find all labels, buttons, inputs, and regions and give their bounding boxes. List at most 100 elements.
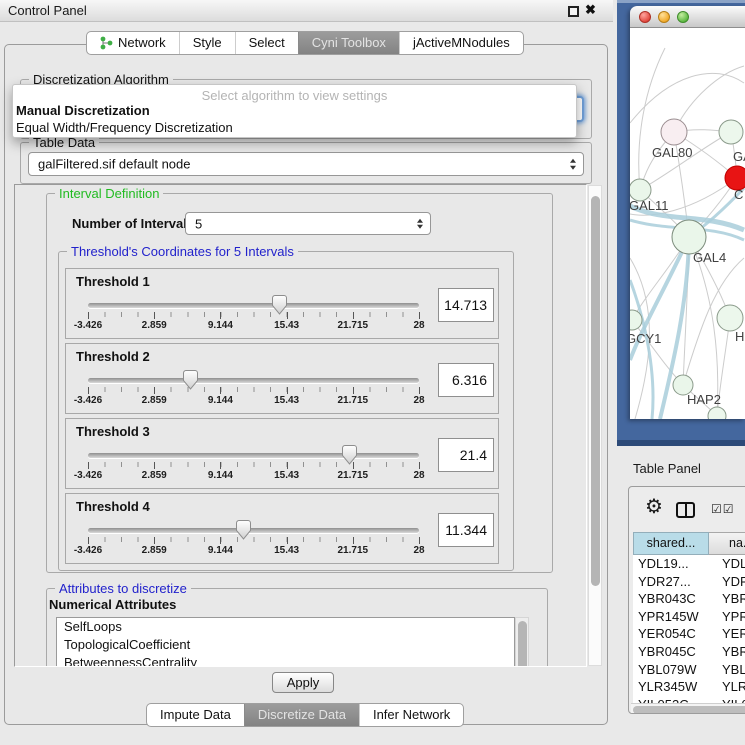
tab-jactivemnodules[interactable]: jActiveMNodules [399, 32, 523, 54]
tab-infer-network[interactable]: Infer Network [359, 704, 463, 726]
slider-thumb[interactable] [272, 295, 287, 315]
slider-major-tick [88, 537, 89, 544]
attributes-list-scrollbar-thumb[interactable] [518, 621, 527, 667]
number-of-intervals-combobox[interactable]: 5 [185, 212, 431, 235]
attributes-list-scrollbar[interactable] [515, 617, 529, 667]
slider-thumb[interactable] [183, 370, 198, 390]
threshold-panel-4: Threshold 4-3.4262.8599.14415.4321.71528… [65, 493, 499, 564]
threshold-value-field-1[interactable]: 14.713 [438, 288, 494, 322]
table-row[interactable]: YDL19...YDL19... [633, 555, 745, 573]
control-panel-title: Control Panel [8, 3, 87, 18]
select-columns-checkboxes-icon[interactable]: ☑☑ [711, 502, 735, 516]
node-right-top[interactable] [719, 120, 743, 144]
slider-tick-label: -3.426 [74, 320, 102, 331]
table-row[interactable]: YIL052CYIL052C [633, 696, 745, 703]
table-row[interactable]: YER054CYER054C [633, 625, 745, 643]
table-hscrollbar-thumb[interactable] [633, 706, 745, 714]
cell-name: YBR043C [722, 590, 745, 608]
minimize-traffic-light-icon[interactable] [658, 11, 670, 23]
node-bottom-partial[interactable] [708, 407, 726, 419]
slider-track[interactable] [88, 378, 419, 383]
cell-name: YPR145W [722, 608, 745, 626]
tab-label: Select [249, 32, 285, 54]
zoom-traffic-light-icon[interactable] [677, 11, 689, 23]
slider-tick-label: 2.859 [142, 470, 167, 481]
node-gal4[interactable] [672, 220, 706, 254]
slider-thumb[interactable] [342, 445, 357, 465]
slider-tick-label: -3.426 [74, 395, 102, 406]
popup-item-equal-width-frequency-discretization[interactable]: Equal Width/Frequency Discretization [16, 120, 233, 135]
threshold-value-field-2[interactable]: 6.316 [438, 363, 494, 397]
slider-tick-label: 21.715 [338, 395, 369, 406]
float-window-icon[interactable] [568, 6, 579, 17]
slider-major-tick [419, 537, 420, 544]
network-node-label: H [735, 329, 744, 344]
slider-ticks [88, 462, 420, 467]
network-node-label: GAL80 [652, 145, 692, 160]
slider-major-tick [419, 387, 420, 394]
tab-impute-data[interactable]: Impute Data [147, 704, 244, 726]
slider-tick-label: -3.426 [74, 545, 102, 556]
cell-name: YDL19... [722, 555, 745, 573]
slider-major-tick [287, 387, 288, 394]
network-node-label: GAL4 [693, 250, 726, 265]
main-vertical-scrollbar[interactable] [588, 185, 602, 666]
table-row[interactable]: YBR043C YBR043C [633, 590, 745, 608]
slider-tick-label: 28 [413, 395, 424, 406]
table-row[interactable]: YDR27... YDR27... [633, 573, 745, 591]
table-header-name[interactable]: na... [709, 532, 745, 555]
slider-thumb[interactable] [236, 520, 251, 540]
tab-cyni-toolbox[interactable]: Cyni Toolbox [298, 32, 399, 54]
main-scrollbar-thumb[interactable] [591, 196, 600, 586]
slider-track[interactable] [88, 528, 419, 533]
slider-ticks [88, 537, 420, 542]
cell-shared-name: YDR27... [638, 573, 691, 591]
table-horizontal-scrollbar[interactable] [631, 703, 745, 714]
network-canvas[interactable]: GAL80GACGAL11GAL4GCY1HHAP2 [630, 28, 745, 419]
attribute-item-topologicalcoefficient[interactable]: TopologicalCoefficient [57, 636, 514, 654]
tab-discretize-data[interactable]: Discretize Data [244, 704, 359, 726]
slider-track[interactable] [88, 303, 419, 308]
threshold-label-2: Threshold 2 [76, 349, 150, 364]
close-traffic-light-icon[interactable] [639, 11, 651, 23]
tab-style[interactable]: Style [179, 32, 235, 54]
numerical-attributes-list[interactable]: SelfLoopsTopologicalCoefficientBetweenne… [56, 617, 515, 667]
table-header-shared[interactable]: shared... [633, 532, 709, 555]
network-node-label: HAP2 [687, 392, 721, 407]
slider-major-tick [154, 312, 155, 319]
tab-label: Network [118, 32, 166, 54]
slider-tick-label: 9.144 [208, 395, 233, 406]
popup-item-manual-discretization[interactable]: Manual Discretization [16, 103, 150, 118]
attribute-item-betweennesscentrality[interactable]: BetweennessCentrality [57, 654, 514, 667]
node-gal80[interactable] [661, 119, 687, 145]
slider-track[interactable] [88, 453, 419, 458]
table-row[interactable]: YLR345WYLR345W [633, 678, 745, 696]
numerical-attributes-label: Numerical Attributes [49, 597, 176, 612]
attribute-item-selfloops[interactable]: SelfLoops [57, 618, 514, 636]
settings-gear-icon[interactable]: ⚙ [645, 495, 663, 519]
cell-name: YDR27... [722, 573, 745, 591]
split-columns-icon[interactable] [676, 502, 695, 518]
slider-major-tick [88, 312, 89, 319]
table-data-combobox[interactable]: galFiltered.sif default node [28, 152, 584, 176]
table-row[interactable]: YPR145WYPR145W [633, 608, 745, 626]
cell-shared-name: YBR043C [638, 590, 696, 608]
slider-major-tick [419, 462, 420, 469]
cell-shared-name: YBR045C [638, 643, 696, 661]
group-threshold-coordinates: Threshold's Coordinates for 5 Intervals … [58, 251, 514, 571]
tab-network[interactable]: Network [87, 32, 179, 54]
network-graph[interactable]: GAL80GACGAL11GAL4GCY1HHAP2 [630, 28, 745, 419]
network-graph-icon [100, 36, 113, 50]
node-right-mid[interactable] [717, 305, 743, 331]
network-node-label: C [734, 187, 743, 202]
tab-select[interactable]: Select [235, 32, 298, 54]
close-panel-icon[interactable]: ✖ [585, 2, 596, 18]
table-row[interactable]: YBL079WYBL079W [633, 661, 745, 679]
slider-major-tick [154, 387, 155, 394]
apply-button[interactable]: Apply [272, 672, 334, 693]
threshold-label-1: Threshold 1 [76, 274, 150, 289]
slider-major-tick [287, 462, 288, 469]
threshold-value-field-3[interactable]: 21.4 [438, 438, 494, 472]
threshold-value-field-4[interactable]: 11.344 [438, 513, 494, 547]
table-row[interactable]: YBR045CYBR045C [633, 643, 745, 661]
